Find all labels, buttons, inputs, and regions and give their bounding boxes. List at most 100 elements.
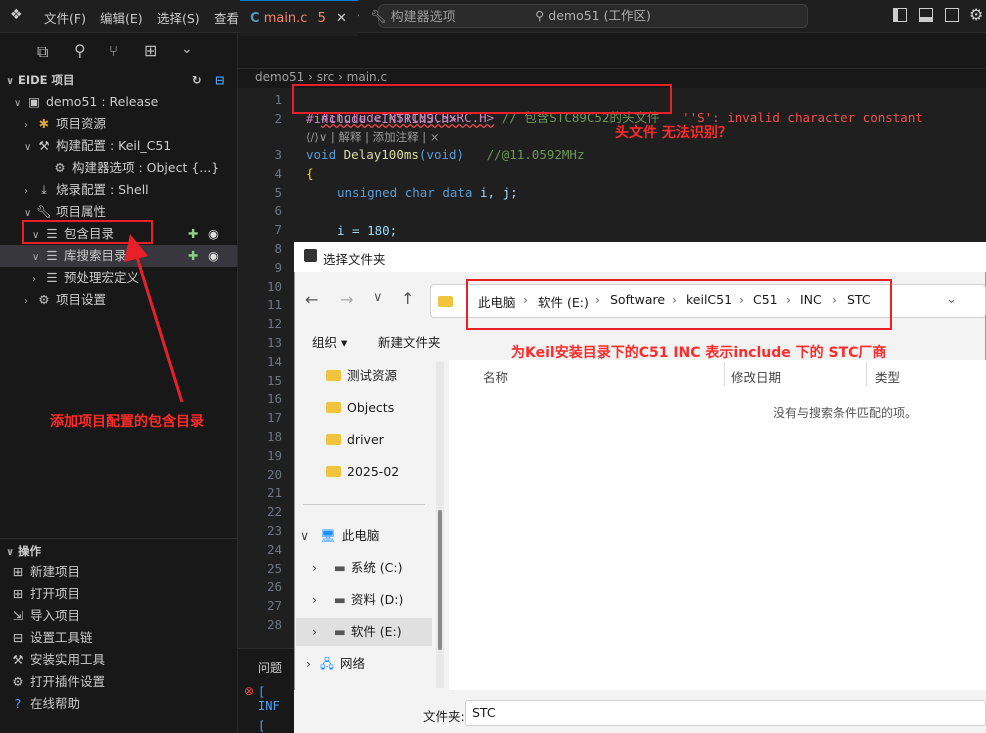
nav-folder[interactable]: driver [300, 426, 434, 454]
line-number: 19 [266, 447, 282, 463]
column-name[interactable]: 名称 [483, 367, 508, 386]
problems-tab[interactable]: 问题 [258, 659, 282, 676]
settings-gear-icon[interactable]: ⚙ [969, 5, 983, 24]
menu-file[interactable]: 文件(F) [44, 8, 86, 27]
line-number: 3 [274, 147, 282, 162]
forward-arrow-icon[interactable]: → [340, 290, 353, 309]
drive-icon: ▬ [334, 560, 346, 575]
tree-item-label: 库搜索目录 [64, 248, 127, 263]
tab-label: main.c [263, 11, 308, 26]
search-view-icon[interactable]: ⚲ [74, 41, 86, 60]
computer-icon: 🖥︎ [320, 528, 336, 543]
ops-section-header[interactable]: ∨ 操作 [0, 540, 237, 562]
tree-item-builder-options[interactable]: ⚙ 构建器选项 : Object {...} [0, 157, 237, 179]
nav-drive-e[interactable]: › ▬ 软件 (E:) [296, 618, 432, 646]
gear-icon: ⚙ [12, 674, 24, 689]
nav-label: 此电脑 [341, 528, 380, 543]
eide-section-header[interactable]: ∨ EIDE 项目 ↻ ⊟ [0, 69, 237, 91]
op-open-project[interactable]: ⊞ 打开项目 [0, 583, 237, 605]
op-online-help[interactable]: ? 在线帮助 [0, 693, 237, 715]
folder-icon [326, 370, 341, 381]
nav-scrollbar[interactable] [436, 362, 444, 688]
op-label: 导入项目 [30, 608, 81, 623]
divider [724, 362, 725, 386]
tree-item-resources[interactable]: › ✱ 项目资源 [0, 113, 237, 135]
nav-label: 2025-02 [347, 464, 400, 479]
folder-input[interactable]: STC [465, 700, 986, 726]
nav-drive-c[interactable]: › ▬ 系统 (C:) [300, 554, 434, 582]
nav-drive-d[interactable]: › ▬ 资料 (D:) [300, 586, 434, 614]
network-icon: 🖧︎ [320, 656, 334, 671]
folder-label: 文件夹: [423, 709, 465, 724]
op-import-project[interactable]: ⇲ 导入项目 [0, 605, 237, 627]
menu-edit[interactable]: 编辑(E) [100, 8, 143, 27]
toggle-panel-icon[interactable] [919, 8, 933, 22]
list-icon: ☰ [46, 270, 58, 285]
op-install-tools[interactable]: ⚒ 安装实用工具 [0, 649, 237, 671]
empty-message: 没有与搜索条件匹配的项。 [773, 406, 918, 420]
organize-menu[interactable]: 组织 ▾ [312, 332, 347, 351]
line-number: 9 [274, 259, 282, 275]
search-text: demo51 (工作区) [548, 8, 651, 23]
new-folder-button[interactable]: 新建文件夹 [378, 332, 441, 351]
nav-folder[interactable]: 测试资源 [300, 362, 434, 390]
wrench-icon: 🔧︎ [370, 10, 387, 25]
op-plugin-settings[interactable]: ⚙ 打开插件设置 [0, 671, 237, 693]
source-control-icon[interactable]: ⑂ [109, 42, 118, 60]
tree-item-label: 烧录配置 : Shell [56, 182, 149, 197]
address-dropdown-icon[interactable]: ⌄ [946, 292, 957, 307]
problem-count-badge: 5 [317, 11, 326, 26]
explorer-icon[interactable]: ⧉ [37, 42, 48, 62]
extensions-icon[interactable]: ⊞ [144, 41, 157, 60]
tab-builder-options[interactable]: 🔧︎ 构建器选项 [360, 0, 466, 36]
nav-this-pc[interactable]: ∨ 🖥︎ 此电脑 [300, 522, 434, 550]
keyword: unsigned char data [337, 185, 473, 200]
chevron-down-icon[interactable]: ⌄ [181, 41, 193, 57]
close-icon[interactable]: ✕ [336, 11, 347, 26]
column-date[interactable]: 修改日期 [731, 367, 781, 386]
import-icon: ⇲ [12, 608, 24, 623]
nav-label: Objects [347, 400, 395, 415]
menu-selection[interactable]: 选择(S) [157, 8, 200, 27]
layout-icon[interactable] [945, 8, 959, 22]
tab-main-c[interactable]: C main.c 5 ✕ [240, 0, 358, 36]
codelens[interactable]: ⟨/⟩∨ | 解释 | 添加注释 | × [306, 129, 439, 145]
folder-icon [438, 296, 453, 307]
op-toolchain[interactable]: ⊟ 设置工具链 [0, 627, 237, 649]
tree-item-flash-config[interactable]: › ⤓ 烧录配置 : Shell [0, 179, 237, 201]
tree-item-label: 项目设置 [56, 292, 107, 307]
line-number: 21 [266, 485, 282, 501]
dialog-title-bar: 选择文件夹 [294, 242, 986, 272]
annotation-arrow [124, 234, 184, 403]
breadcrumb[interactable]: demo51 › src › main.c [255, 70, 387, 84]
folder-icon [326, 466, 341, 477]
project-root[interactable]: ∨ ▣ demo51 : Release [0, 91, 237, 113]
folder-icon [326, 402, 341, 413]
nav-folder[interactable]: Objects [300, 394, 434, 422]
op-new-project[interactable]: ⊞ 新建项目 [0, 561, 237, 583]
nav-network[interactable]: › 🖧︎ 网络 [300, 650, 434, 678]
section-title: EIDE 项目 [18, 73, 75, 87]
toggle-sidebar-icon[interactable] [893, 8, 907, 22]
line-number: 13 [266, 335, 282, 350]
tree-item-build-config[interactable]: ∨ ⚒ 构建配置 : Keil_C51 [0, 135, 237, 157]
nav-folder[interactable]: 2025-02 [300, 458, 434, 486]
op-label: 在线帮助 [30, 696, 81, 711]
tree-item-label: 构建配置 : Keil_C51 [56, 138, 172, 153]
back-arrow-icon[interactable]: ← [305, 290, 318, 309]
toolbox-icon: ⊟ [12, 630, 24, 645]
nav-label: 软件 (E:) [350, 624, 402, 639]
line-number: 22 [266, 504, 282, 520]
c-file-icon: C [250, 11, 260, 26]
app-logo-icon: ❖ [10, 7, 23, 23]
flash-icon: ⤓ [41, 182, 47, 197]
workspace-icon[interactable]: ⊟ [215, 69, 225, 91]
app-icon [304, 249, 317, 262]
recent-chevron-icon[interactable]: ∨ [373, 290, 383, 305]
log-line: [ INF [258, 685, 280, 713]
annotation-keil-note: 为Keil安装目录下的C51 INC 表示include 下的 STC厂商 [511, 345, 887, 361]
up-arrow-icon[interactable]: ↑ [401, 289, 414, 308]
op-label: 打开项目 [30, 586, 81, 601]
column-type[interactable]: 类型 [875, 367, 900, 386]
refresh-icon[interactable]: ↻ [192, 69, 202, 91]
